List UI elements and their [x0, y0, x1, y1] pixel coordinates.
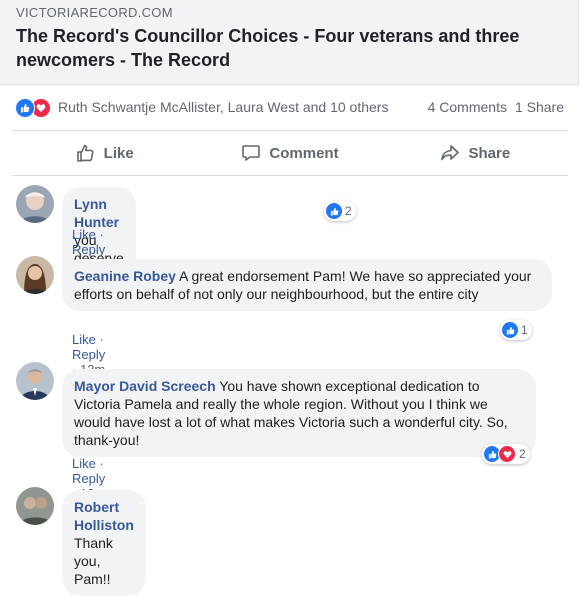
comment-bubble: Robert Holliston Thank you, Pam!! — [62, 490, 146, 596]
avatar[interactable] — [16, 185, 54, 223]
comment-icon — [242, 145, 261, 161]
shares-count[interactable]: 1 Share — [515, 99, 564, 115]
comment-reply-link[interactable]: Reply — [72, 347, 105, 362]
separator: · — [99, 456, 104, 471]
love-icon — [498, 445, 516, 463]
link-domain: VICTORIARECORD.COM — [16, 5, 173, 20]
reaction-badge[interactable]: 1 — [500, 320, 532, 340]
like-label: Like — [103, 144, 134, 162]
comment-like-link[interactable]: Like — [72, 456, 96, 471]
comment-button[interactable]: Comment — [197, 131, 382, 175]
comment-bubble: Geanine Robey A great endorsement Pam! W… — [62, 259, 552, 311]
share-label: Share — [468, 144, 511, 162]
share-button[interactable]: Share — [383, 131, 568, 175]
comment-label: Comment — [269, 144, 339, 162]
comment-text: Thank you, Pam!! — [74, 535, 113, 587]
comment-author[interactable]: Lynn Hunter — [74, 196, 119, 230]
post-action-bar: Like Comment Share — [12, 130, 568, 176]
reaction-count: 2 — [345, 204, 352, 218]
comment-like-link[interactable]: Like — [72, 332, 96, 347]
avatar[interactable] — [16, 256, 54, 294]
reaction-badge[interactable]: 2 — [482, 444, 530, 464]
reactor-names[interactable]: Ruth Schwantje McAllister, Laura West an… — [58, 99, 388, 115]
comment-author[interactable]: Mayor David Screech — [74, 378, 216, 394]
separator: · — [99, 227, 104, 242]
reaction-count: 2 — [519, 447, 526, 461]
comment-bubble: Mayor David Screech You have shown excep… — [62, 369, 536, 457]
comment-author[interactable]: Robert Holliston — [74, 499, 134, 533]
like-icon — [502, 322, 518, 338]
comments-count[interactable]: 4 Comments — [428, 99, 507, 115]
link-title[interactable]: The Record's Councillor Choices - Four v… — [16, 24, 556, 72]
link-preview-card[interactable]: VICTORIARECORD.COM The Record's Councill… — [0, 0, 579, 85]
like-button[interactable]: Like — [12, 131, 197, 175]
comment-author[interactable]: Geanine Robey — [74, 268, 176, 284]
comment-reply-link[interactable]: Reply — [72, 471, 105, 486]
thumbs-up-icon — [76, 144, 94, 162]
avatar[interactable] — [16, 362, 54, 400]
separator: · — [99, 332, 104, 347]
like-icon — [15, 98, 35, 118]
like-icon — [326, 203, 342, 219]
reaction-badge[interactable]: 2 — [324, 201, 356, 221]
comment-reply-link[interactable]: Reply — [72, 242, 105, 257]
avatar[interactable] — [16, 487, 54, 525]
reaction-count: 1 — [521, 323, 528, 337]
engagement-counts: 4 Comments 1 Share — [420, 99, 564, 115]
share-icon — [441, 145, 460, 161]
comment-like-link[interactable]: Like — [72, 227, 96, 242]
reaction-summary-icons[interactable] — [15, 98, 53, 118]
